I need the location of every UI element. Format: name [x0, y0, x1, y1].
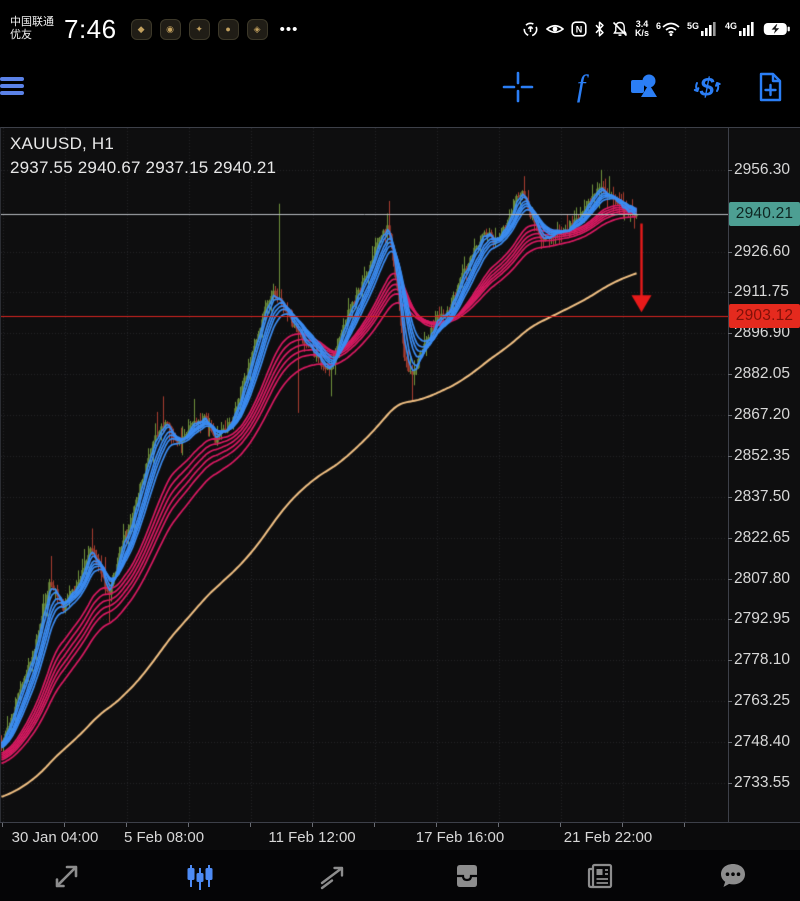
nav-quotes[interactable]: [37, 854, 97, 898]
quotes-icon: [50, 859, 84, 893]
price-axis-label: 2733.55: [734, 774, 790, 792]
more-notifications-icon: •••: [280, 21, 299, 38]
sim2-network-type: 4G: [725, 22, 737, 30]
app-notification-icon: ●: [218, 19, 239, 40]
price-axis-label: 2911.75: [734, 283, 789, 301]
price-axis-label: 2748.40: [734, 733, 790, 751]
price-axis-label: 2852.35: [734, 447, 790, 465]
price-axis-label: 2792.95: [734, 610, 790, 628]
status-bar: 中国联通 优友 7:46 ◆ ◉ ✦ ● ◈ ••• N: [0, 0, 800, 54]
clock: 7:46: [64, 14, 117, 45]
time-axis-tick: [126, 823, 127, 827]
trading-app: 中国联通 优友 7:46 ◆ ◉ ✦ ● ◈ ••• N: [0, 0, 800, 901]
target-price-tag: 2903.12: [729, 304, 800, 328]
sim2-signal: 4G: [725, 22, 756, 36]
chart-area: XAUUSD, H1 2937.55 2940.67 2937.15 2940.…: [0, 127, 800, 822]
app-notification-icon: ✦: [189, 19, 210, 40]
menu-icon[interactable]: [0, 74, 26, 100]
notification-app-icons: ◆ ◉ ✦ ● ◈: [131, 19, 268, 40]
price-axis-label: 2822.65: [734, 529, 790, 547]
price-axis-label: 2837.50: [734, 488, 790, 506]
time-axis-tick: [64, 823, 65, 827]
signal-bars-icon: [701, 22, 718, 36]
time-axis-tick: [374, 823, 375, 827]
price-axis-label: 2778.10: [734, 651, 790, 669]
candlestick-chart-canvas[interactable]: [1, 128, 728, 823]
current-price-tag: 2940.21: [729, 202, 800, 226]
wifi-indicator: 6: [656, 22, 680, 36]
wifi-count-badge: 6: [656, 22, 661, 31]
network-speed: 3.4 K/s: [635, 20, 649, 38]
carrier-line1: 中国联通: [10, 16, 54, 29]
crosshair-icon[interactable]: [500, 69, 536, 105]
nfc-icon: N: [571, 21, 587, 37]
messages-icon: [716, 859, 750, 893]
svg-text:$: $: [699, 72, 715, 102]
svg-text:f: f: [577, 70, 590, 103]
time-axis-label: 11 Feb 12:00: [268, 829, 355, 846]
price-axis-label: 2882.05: [734, 365, 790, 383]
time-axis-label: 17 Feb 16:00: [416, 829, 504, 846]
wifi-icon: [662, 22, 680, 36]
price-axis-label: 2956.30: [734, 161, 790, 179]
app-notification-icon: ◆: [131, 19, 152, 40]
chart-toolbar: f $: [0, 54, 800, 120]
ohlc-values: 2937.55 2940.67 2937.15 2940.21: [10, 158, 276, 178]
carrier-line2: 优友: [10, 29, 54, 42]
chart-header: XAUUSD, H1 2937.55 2940.67 2937.15 2940.…: [10, 134, 276, 178]
eye-icon: [546, 22, 564, 36]
trade-dollar-icon[interactable]: $: [689, 69, 725, 105]
svg-text:N: N: [576, 24, 583, 34]
nav-history[interactable]: [437, 854, 497, 898]
time-axis-tick: [436, 823, 437, 827]
price-axis-label: 2807.80: [734, 570, 790, 588]
carrier-label: 中国联通 优友: [10, 16, 54, 42]
time-axis-tick: [622, 823, 623, 827]
data-saver-icon: [522, 21, 539, 38]
price-axis-label: 2926.60: [734, 243, 790, 261]
time-axis-label: 30 Jan 04:00: [12, 829, 99, 846]
bluetooth-icon: [594, 21, 605, 37]
sim1-signal: 5G: [687, 22, 718, 36]
time-axis-tick: [684, 823, 685, 827]
price-axis-line: [728, 128, 729, 823]
time-axis-tick: [2, 823, 3, 827]
new-order-icon[interactable]: [752, 69, 788, 105]
price-axis-label: 2763.25: [734, 692, 790, 710]
time-axis-label: 5 Feb 08:00: [124, 829, 204, 846]
time-axis-tick: [560, 823, 561, 827]
nav-trade[interactable]: [303, 854, 363, 898]
trade-icon: [316, 859, 350, 893]
chart-icon: [183, 859, 217, 893]
app-notification-icon: ◈: [247, 19, 268, 40]
time-axis-tick: [312, 823, 313, 827]
nav-charts[interactable]: [170, 854, 230, 898]
price-axis-label: 2867.20: [734, 406, 790, 424]
status-right-cluster: N 3.4 K/s 6: [522, 20, 790, 38]
time-axis-tick: [188, 823, 189, 827]
signal-bars-icon: [739, 22, 756, 36]
time-axis-tick: [250, 823, 251, 827]
bottom-navigation: [0, 850, 800, 901]
app-notification-icon: ◉: [160, 19, 181, 40]
mute-icon: [612, 21, 628, 37]
function-icon[interactable]: f: [563, 69, 599, 105]
nav-messages[interactable]: [703, 854, 763, 898]
objects-icon[interactable]: [626, 69, 662, 105]
time-axis-label: 21 Feb 22:00: [564, 829, 652, 846]
time-axis-tick: [498, 823, 499, 827]
battery-charging-icon: [763, 22, 790, 36]
symbol-timeframe-label: XAUUSD, H1: [10, 134, 276, 154]
news-icon: [583, 859, 617, 893]
history-icon: [450, 859, 484, 893]
nav-news[interactable]: [570, 854, 630, 898]
sim1-network-type: 5G: [687, 22, 699, 30]
time-axis: 30 Jan 04:00 5 Feb 08:00 11 Feb 12:00 17 Fe…: [0, 822, 800, 850]
